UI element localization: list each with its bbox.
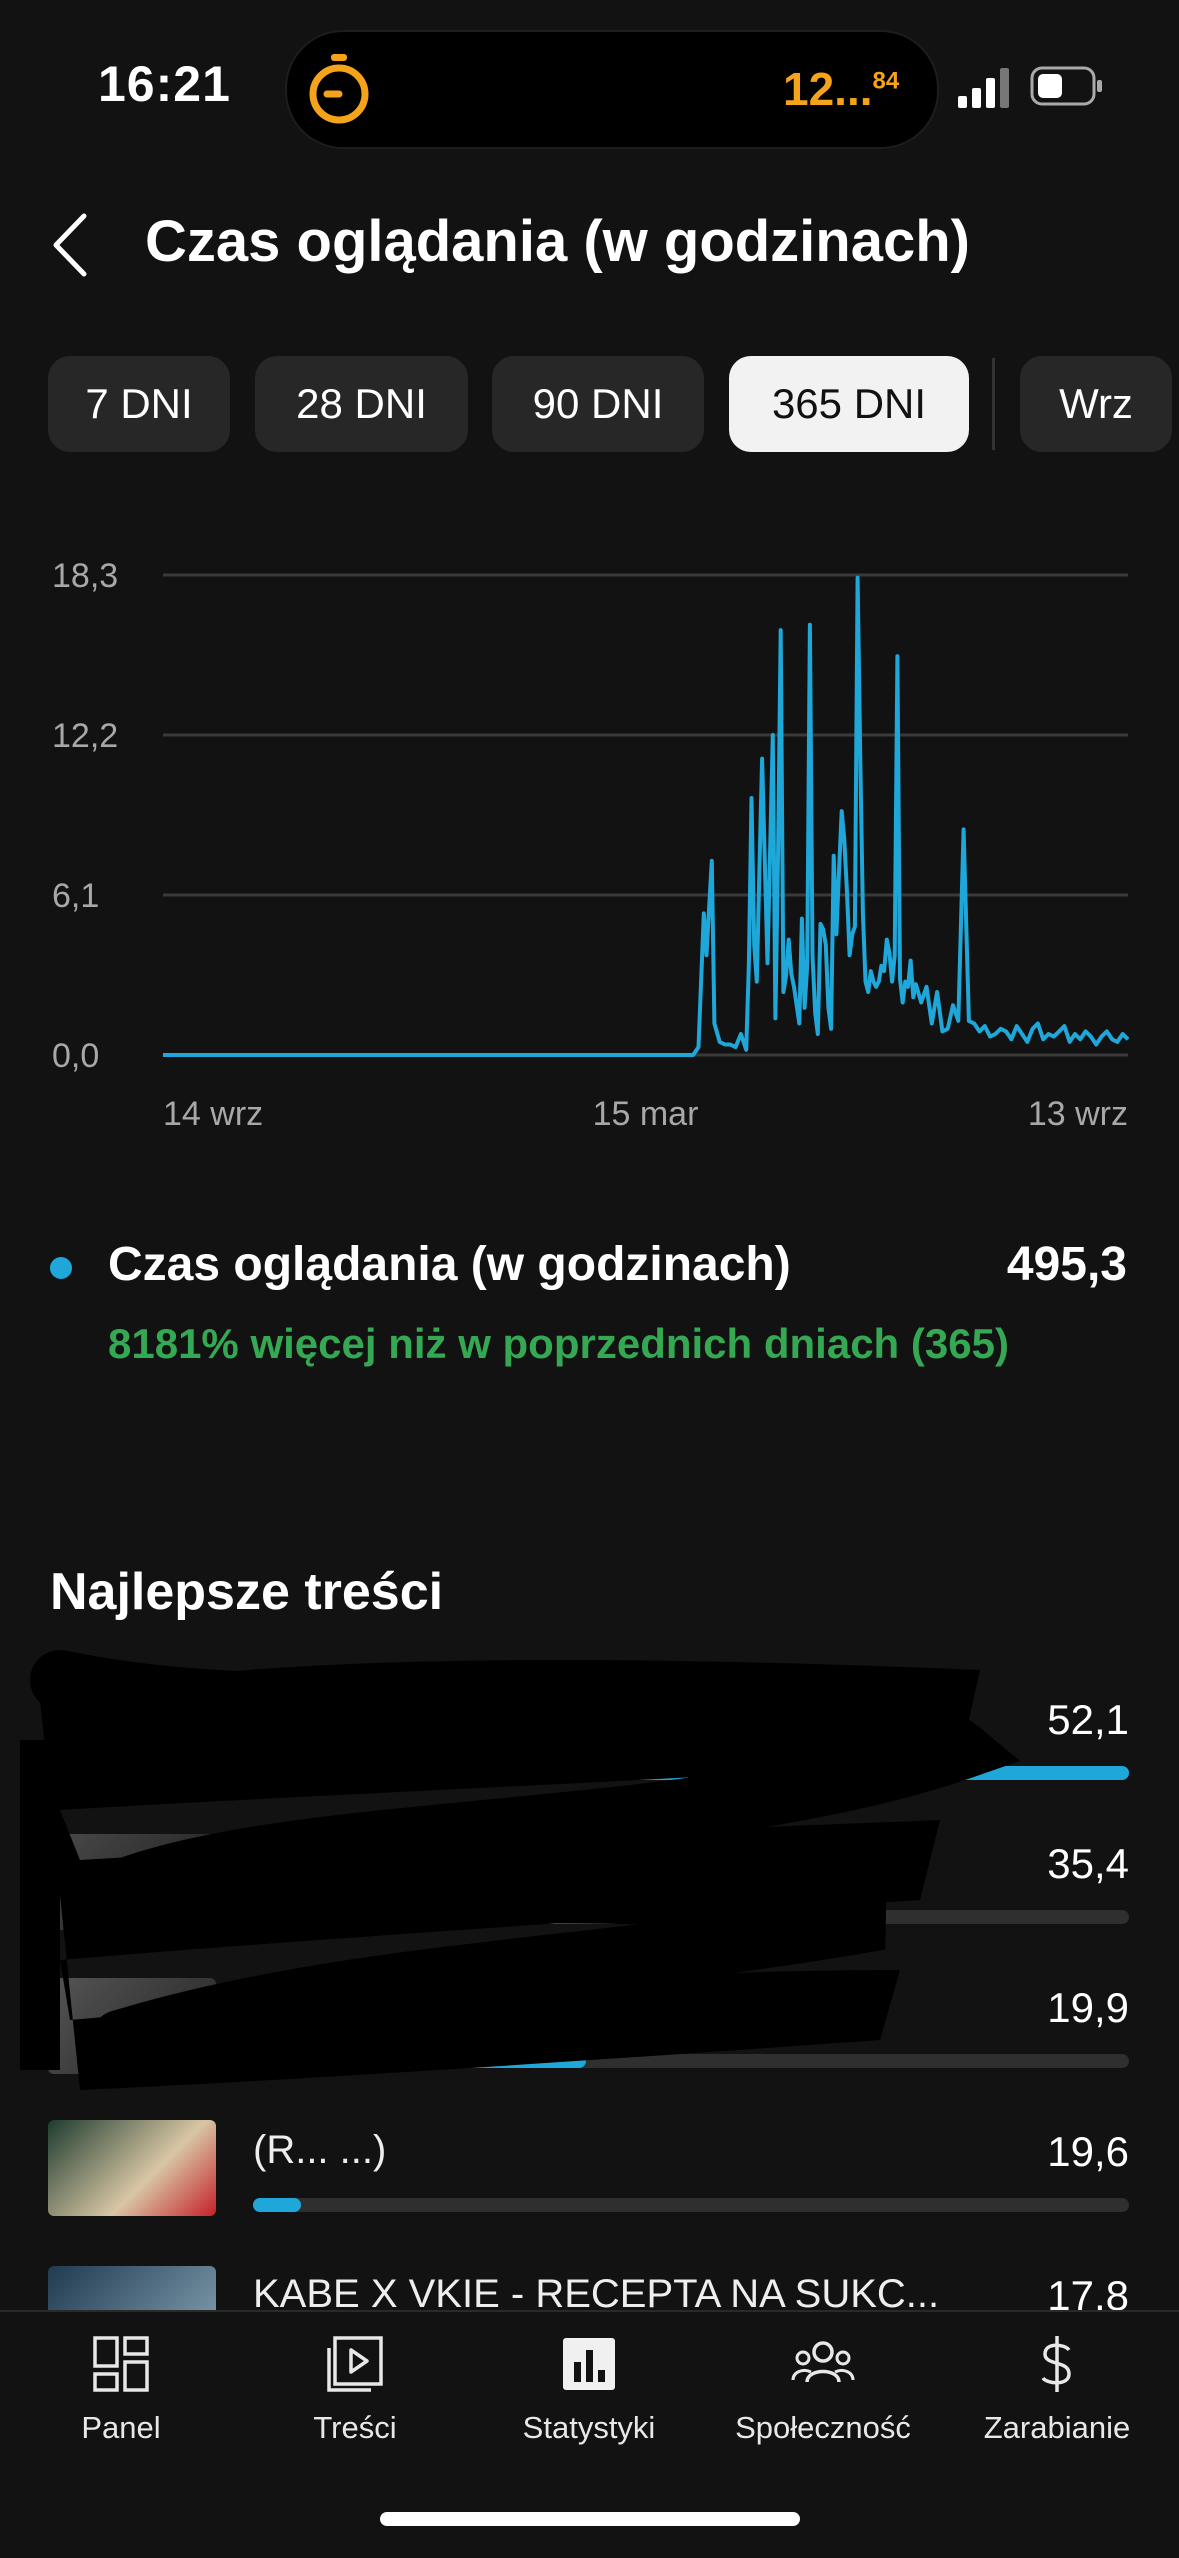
video-thumbnail xyxy=(48,1690,216,1786)
video-thumbnail xyxy=(48,1834,216,1930)
chip-90-days[interactable]: 90 DNI xyxy=(492,356,704,452)
community-icon xyxy=(791,2341,855,2383)
progress-track xyxy=(253,1766,1129,1780)
content-value: 19,6 xyxy=(1047,2128,1129,2175)
y-tick-label: 18,3 xyxy=(52,557,118,595)
progress-fill xyxy=(253,1910,849,1924)
content-value: 35,4 xyxy=(1047,1840,1129,1887)
nav-earn[interactable]: Zarabianie xyxy=(942,2334,1172,2446)
back-chevron-icon[interactable] xyxy=(48,210,92,280)
chip-7-days[interactable]: 7 DNI xyxy=(48,356,230,452)
signal-icon xyxy=(958,68,1009,108)
battery-icon xyxy=(1030,66,1102,106)
nav-panel[interactable]: Panel xyxy=(6,2334,236,2446)
legend-total-value: 495,3 xyxy=(1006,1238,1127,1291)
y-tick-label: 12,2 xyxy=(52,717,118,755)
progress-fill xyxy=(253,2198,302,2212)
video-thumbnail xyxy=(48,1978,216,2074)
content-title: (R... ...) xyxy=(253,2128,387,2172)
legend-dot xyxy=(50,1257,72,1279)
x-tick-label: 14 wrz xyxy=(163,1095,263,1133)
analytics-icon xyxy=(563,2338,615,2390)
watch-time-chart[interactable]: 18,3 12,2 6,1 0,0 14 wrz 15 mar 13 wrz xyxy=(0,520,1179,1140)
progress-track xyxy=(253,2198,1129,2212)
content-value: 19,9 xyxy=(1047,1984,1129,2031)
nav-label: Treści xyxy=(313,2410,397,2445)
video-thumbnail xyxy=(48,2266,216,2310)
y-tick-label: 6,1 xyxy=(52,877,99,915)
progress-fill xyxy=(253,1766,1129,1780)
legend-label: Czas oglądania (w godzinach) xyxy=(108,1238,791,1291)
nav-label: Społeczność xyxy=(735,2410,911,2445)
content-row[interactable]: PRENE... REAKCJA) 35,4 xyxy=(0,1824,1179,1964)
content-value: 52,1 xyxy=(1047,1696,1129,1743)
nav-community[interactable]: Społeczność xyxy=(708,2334,938,2446)
content-icon xyxy=(327,2336,383,2392)
nav-label: Statystyki xyxy=(522,2410,656,2445)
content-row[interactable]: ...TINO - Z... W... WIZJ. 19,9 xyxy=(0,1968,1179,2108)
content-row[interactable]: (R... ...) 19,6 xyxy=(0,2112,1179,2252)
content-row[interactable]: 52,1 xyxy=(0,1680,1179,1820)
content-title: PRENE... REAKCJA) xyxy=(253,1842,634,1886)
nav-content[interactable]: Treści xyxy=(240,2334,470,2446)
progress-track xyxy=(253,1910,1129,1924)
page-title: Czas oglądania (w godzinach) xyxy=(145,209,970,274)
x-tick-label: 13 wrz xyxy=(1028,1095,1128,1133)
chip-28-days[interactable]: 28 DNI xyxy=(255,356,468,452)
chip-365-days[interactable]: 365 DNI xyxy=(729,356,969,452)
content-title: KABE X VKIE - RECEPTA NA SUKC... xyxy=(253,2272,940,2310)
chip-divider xyxy=(992,358,995,450)
progress-track xyxy=(253,2054,1129,2068)
top-content-title: Najlepsze treści xyxy=(50,1563,444,1621)
content-row[interactable]: KABE X VKIE - RECEPTA NA SUKC... 17,8 xyxy=(0,2256,1179,2310)
video-thumbnail xyxy=(48,2120,216,2216)
x-tick-label: 15 mar xyxy=(593,1095,699,1133)
nav-analytics[interactable]: Statystyki xyxy=(474,2334,704,2446)
status-time: 16:21 xyxy=(98,56,231,112)
legend-change-text: 8181% więcej niż w poprzednich dniach (3… xyxy=(108,1320,1009,1367)
chip-month[interactable]: Wrz xyxy=(1020,356,1172,452)
dashboard-icon xyxy=(93,2336,149,2392)
nav-label: Panel xyxy=(81,2410,161,2445)
y-tick-label: 0,0 xyxy=(52,1037,99,1075)
dollar-icon xyxy=(1041,2336,1071,2392)
content-value: 17,8 xyxy=(1047,2272,1129,2310)
content-title: ...TINO - Z... W... WIZJ. xyxy=(253,1984,671,2028)
progress-fill xyxy=(253,2054,586,2068)
island-timer-text: 12...84 xyxy=(783,63,900,115)
stopwatch-icon xyxy=(309,54,369,124)
series-line xyxy=(163,575,1130,1057)
nav-label: Zarabianie xyxy=(983,2410,1131,2445)
home-indicator[interactable] xyxy=(380,2512,800,2526)
